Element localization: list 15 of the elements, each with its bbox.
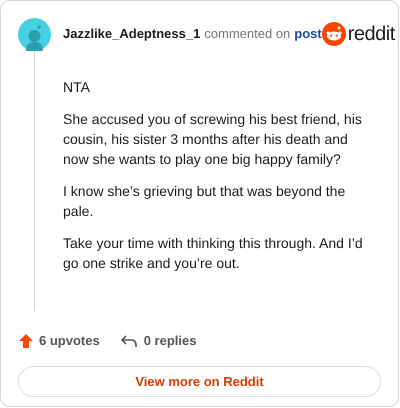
action-text: commented on [204,25,290,44]
avatar-icon [18,18,51,50]
upvote-icon [18,333,34,349]
alien-logo-icon [322,22,346,46]
comment-paragraph: She accused you of screwing his best friend, his cousin, his sister 3 months after his death and now she wants to play one big happy family? [63,110,363,169]
comment-paragraph: I know she’s grieving but that was beyond the pale. [63,182,346,221]
comment-paragraph: NTA [63,78,91,97]
reply-count: 0 replies [144,332,196,350]
post-link[interactable]: post [294,24,322,44]
reply-icon [120,333,138,349]
brand-wordmark: reddit [348,24,395,44]
username[interactable]: Jazzlike_Adeptness_1 [63,24,200,44]
view-more-button[interactable]: View more on Reddit [18,366,381,397]
comment-paragraph: Take your time with thinking this through. And I’d go one strike and you’re out. [63,234,364,273]
upvote-count: 6 upvotes [39,332,100,350]
